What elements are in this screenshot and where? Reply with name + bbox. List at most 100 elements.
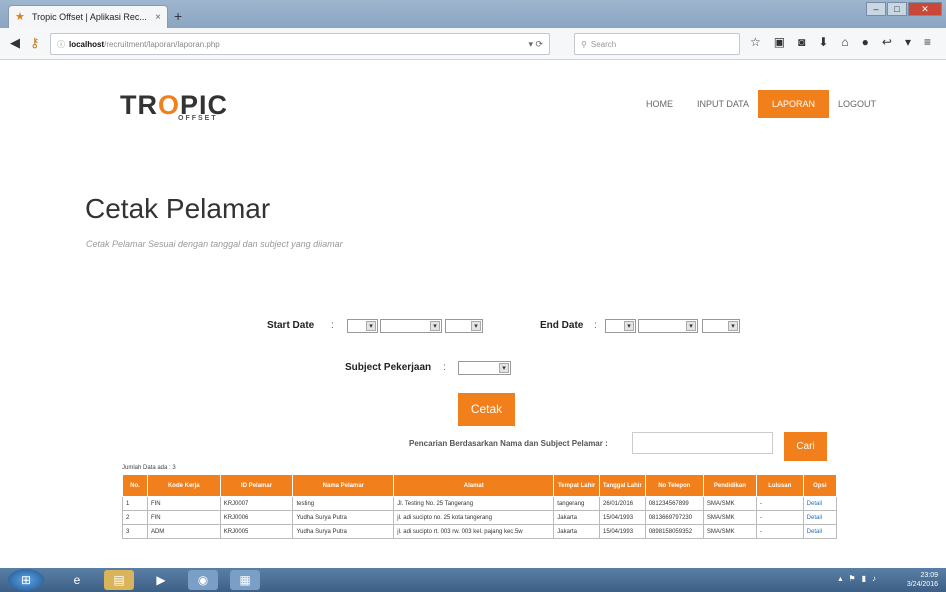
cell-telepon: 0898158059352	[644, 524, 704, 539]
cell-id-pelamar: KRJ0005	[219, 524, 294, 539]
cell-tanggal-lahir: 26/01/2016	[599, 496, 646, 511]
bookmark-star-icon[interactable]: ☆	[750, 35, 761, 49]
end-year-select[interactable]: ▾	[702, 319, 740, 333]
detail-link[interactable]: Detail	[802, 524, 838, 539]
toolbar-icons: ☆ ▣ ◙ ⬇ ⌂ ● ↩ ▾ ≡	[750, 35, 931, 49]
col-header: No.	[122, 474, 148, 497]
share-icon[interactable]: ↩	[882, 35, 892, 49]
nav-logout[interactable]: LOGOUT	[838, 90, 876, 118]
cell-nama: Yudha Surya Putra	[292, 510, 395, 525]
browser-tab[interactable]: ★ Tropic Offset | Aplikasi Rec... ×	[8, 5, 168, 28]
cell-alamat: jl. adi sucipto no. 25 kota tangerang	[393, 510, 555, 525]
overflow-icon[interactable]: ▾	[905, 35, 911, 49]
subject-colon: :	[443, 362, 446, 373]
chevron-down-icon: ▾	[686, 321, 696, 331]
cell-tempat-lahir: Jakarta	[553, 524, 600, 539]
nav-home[interactable]: HOME	[646, 90, 673, 118]
clock[interactable]: 23:09 3/24/2016	[907, 571, 938, 589]
close-window-button[interactable]: ✕	[908, 2, 942, 16]
new-tab-button[interactable]: +	[174, 8, 182, 24]
home-icon[interactable]: ⌂	[841, 35, 848, 49]
chevron-down-icon: ▾	[366, 321, 376, 331]
cell-no: 2	[122, 510, 148, 525]
subject-label: Subject Pekerjaan	[345, 362, 432, 373]
system-tray[interactable]: ▴ ⚑ ▮ ♪	[838, 574, 876, 583]
cell-tanggal-lahir: 15/04/1993	[599, 524, 646, 539]
minimize-button[interactable]: –	[866, 2, 886, 16]
close-tab-icon[interactable]: ×	[155, 12, 161, 23]
volume-icon[interactable]: ♪	[872, 574, 876, 583]
col-header: Alamat	[393, 474, 555, 497]
table-row: 1 FIN KRJ0007 testing Jl. Testing No. 25…	[122, 496, 838, 511]
nav-laporan[interactable]: LAPORAN	[758, 90, 830, 118]
window-controls: – □ ✕	[866, 2, 942, 16]
cell-kode-kerja: FIN	[146, 496, 221, 511]
start-day-select[interactable]: ▾	[347, 319, 378, 333]
end-date-colon: :	[594, 320, 597, 331]
cell-lulusan: -	[755, 496, 804, 511]
url-host: localhost	[69, 39, 105, 49]
col-header: Kode Kerja	[146, 474, 221, 497]
cell-lulusan: -	[755, 510, 804, 525]
back-icon[interactable]: ◀	[10, 35, 20, 51]
cell-pendidikan: SMA/SMK	[702, 524, 757, 539]
browser-nav-bar: ◀ ⚷ ⓘ localhost /recruitment/laporan/lap…	[0, 28, 946, 60]
detail-link[interactable]: Detail	[802, 496, 838, 511]
col-header: Lulusan	[755, 474, 804, 497]
data-count-text: Jumlah Data ada : 3	[122, 465, 176, 471]
extension-icon[interactable]: ●	[862, 35, 869, 49]
cell-tanggal-lahir: 15/04/1993	[599, 510, 646, 525]
maximize-button[interactable]: □	[887, 2, 907, 16]
browser-tab-bar: ★ Tropic Offset | Aplikasi Rec... × + – …	[0, 0, 946, 28]
search-bar[interactable]: ⚲ Search	[574, 33, 740, 55]
chrome-icon[interactable]: ◉	[188, 570, 218, 590]
url-path: /recruitment/laporan/laporan.php	[104, 39, 220, 49]
identity-icon[interactable]: ⚷	[30, 35, 40, 51]
cell-pendidikan: SMA/SMK	[702, 496, 757, 511]
cell-no: 3	[122, 524, 148, 539]
app-icon[interactable]: ▦	[230, 570, 260, 590]
subject-select[interactable]: ▾	[458, 361, 511, 375]
print-button[interactable]: Cetak	[458, 393, 515, 426]
chevron-down-icon: ▾	[430, 321, 440, 331]
table-row: 3 ADM KRJ0005 Yudha Surya Putra jl. adi …	[122, 524, 838, 539]
media-player-icon[interactable]: ▶	[146, 570, 176, 590]
tray-arrow-icon[interactable]: ▴	[838, 574, 842, 583]
menu-icon[interactable]: ≡	[924, 35, 931, 49]
start-button[interactable]: ⊞	[8, 569, 44, 591]
pocket-icon[interactable]: ◙	[798, 35, 805, 49]
cell-tempat-lahir: Jakarta	[553, 510, 600, 525]
page-title: Cetak Pelamar	[85, 193, 271, 224]
col-header: Tempat Lahir	[553, 474, 600, 497]
url-bar[interactable]: ⓘ localhost /recruitment/laporan/laporan…	[50, 33, 550, 55]
col-header: No Telepon	[644, 474, 704, 497]
cell-tempat-lahir: tangerang	[553, 496, 600, 511]
table-header-row: No. Kode Kerja ID Pelamar Nama Pelamar A…	[122, 474, 838, 497]
windows-taskbar: ⊞ e ▤ ▶ ◉ ▦ ▴ ⚑ ▮ ♪ 23:09 3/24/2016	[0, 568, 946, 592]
search-icon: ⚲	[581, 39, 587, 49]
download-icon[interactable]: ⬇	[818, 35, 828, 49]
applicants-table: No. Kode Kerja ID Pelamar Nama Pelamar A…	[122, 474, 838, 539]
reading-list-icon[interactable]: ▣	[774, 35, 785, 49]
nav-input-data[interactable]: INPUT DATA	[697, 90, 749, 118]
search-button[interactable]: Cari	[784, 432, 827, 461]
flag-icon[interactable]: ⚑	[848, 574, 855, 583]
col-header: Tanggal Lahir	[599, 474, 646, 497]
ie-icon[interactable]: e	[62, 570, 92, 590]
page-subtitle: Cetak Pelamar Sesuai dengan tanggal dan …	[86, 239, 343, 249]
col-header: Nama Pelamar	[292, 474, 395, 497]
search-input[interactable]	[632, 432, 773, 454]
explorer-icon[interactable]: ▤	[104, 570, 134, 590]
chevron-down-icon: ▾	[499, 363, 509, 373]
detail-link[interactable]: Detail	[802, 510, 838, 525]
cell-nama: testing	[292, 496, 395, 511]
end-month-select[interactable]: ▾	[638, 319, 698, 333]
end-day-select[interactable]: ▾	[605, 319, 636, 333]
network-icon[interactable]: ▮	[862, 574, 866, 583]
reload-icon[interactable]: ▾ ⟳	[528, 39, 543, 50]
chevron-down-icon: ▾	[471, 321, 481, 331]
start-month-select[interactable]: ▾	[380, 319, 442, 333]
start-year-select[interactable]: ▾	[445, 319, 483, 333]
cell-id-pelamar: KRJ0006	[219, 510, 294, 525]
clock-date: 3/24/2016	[906, 581, 938, 588]
